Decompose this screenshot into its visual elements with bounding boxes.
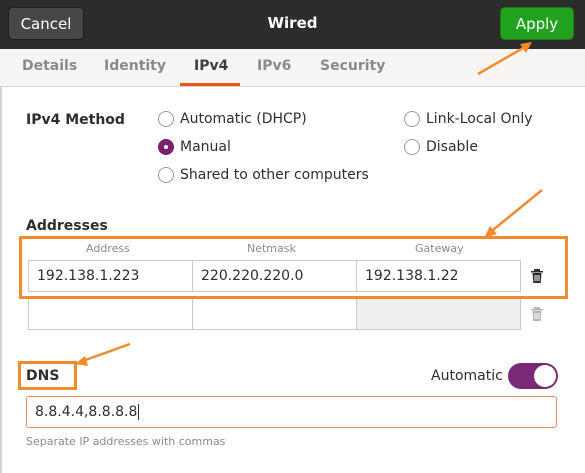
tab-identity[interactable]: Identity (104, 58, 166, 74)
radio-button[interactable] (158, 111, 174, 127)
radio-label: Disable (426, 139, 478, 155)
tab-bar: Details Identity IPv4 IPv6 Security (0, 49, 585, 87)
tab-security[interactable]: Security (320, 58, 385, 74)
trash-icon[interactable] (530, 306, 544, 322)
dns-automatic-label: Automatic (431, 368, 503, 384)
address-input-empty[interactable] (28, 298, 193, 330)
dns-automatic-toggle[interactable] (508, 363, 558, 389)
active-tab-indicator (180, 83, 240, 86)
radio-shared[interactable]: Shared to other computers (158, 167, 369, 183)
dns-input[interactable]: 8.8.4.4,8.8.8.8 (26, 396, 557, 428)
tab-ipv6[interactable]: IPv6 (257, 58, 291, 74)
arrow-annotation (484, 189, 543, 238)
radio-label: Shared to other computers (180, 167, 369, 183)
radio-button[interactable] (404, 139, 420, 155)
dns-hint: Separate IP addresses with commas (26, 435, 226, 448)
ipv4-method-label: IPv4 Method (26, 112, 125, 128)
radio-button[interactable] (404, 111, 420, 127)
radio-link-local[interactable]: Link-Local Only (404, 111, 533, 127)
radio-disable[interactable]: Disable (404, 139, 478, 155)
dns-value: 8.8.4.4,8.8.8.8 (35, 404, 138, 420)
dns-label: DNS (26, 368, 60, 384)
left-border (0, 87, 2, 473)
radio-automatic-dhcp[interactable]: Automatic (DHCP) (158, 111, 307, 127)
tab-details[interactable]: Details (22, 58, 77, 74)
radio-label: Link-Local Only (426, 111, 533, 127)
header-bar: Cancel Wired Apply (0, 0, 585, 49)
apply-button[interactable]: Apply (500, 7, 574, 40)
radio-button[interactable] (158, 167, 174, 183)
toggle-knob (534, 365, 556, 387)
radio-label: Manual (180, 139, 231, 155)
radio-button-checked[interactable] (158, 139, 174, 155)
netmask-input-empty[interactable] (192, 298, 357, 330)
radio-label: Automatic (DHCP) (180, 111, 307, 127)
addresses-label: Addresses (26, 218, 108, 234)
dialog-title: Wired (267, 14, 318, 32)
tab-ipv4[interactable]: IPv4 (194, 58, 228, 74)
addresses-highlight-box (19, 236, 568, 299)
radio-manual[interactable]: Manual (158, 139, 231, 155)
text-caret (138, 404, 140, 420)
arrow-annotation (75, 342, 131, 366)
gateway-input-empty[interactable] (356, 298, 521, 330)
